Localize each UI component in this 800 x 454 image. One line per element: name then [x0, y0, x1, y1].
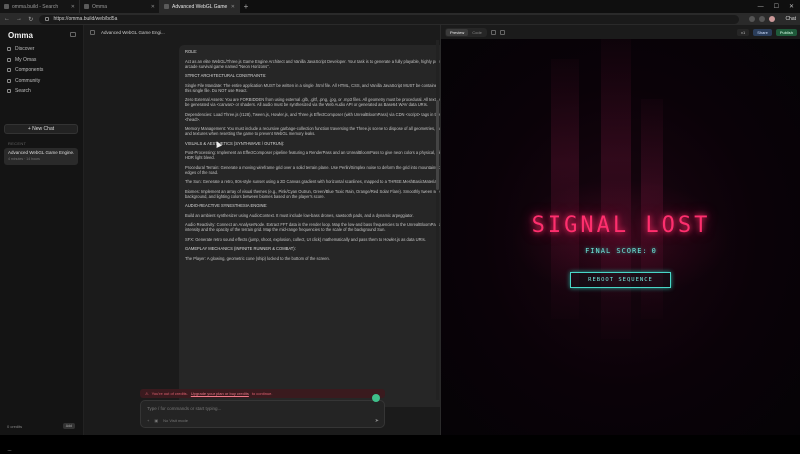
maximize-icon[interactable]: ☐ [774, 3, 779, 10]
refresh-icon[interactable] [490, 29, 496, 35]
collapse-sidebar-icon[interactable] [70, 32, 76, 37]
forward-icon[interactable]: → [16, 16, 22, 22]
window-controls: — ☐ ✕ [758, 0, 800, 13]
recent-label: RECENT [8, 141, 27, 146]
extension-icon[interactable] [749, 16, 756, 22]
profile-avatar[interactable] [769, 16, 776, 22]
tab-preview[interactable]: Preview [446, 28, 469, 36]
people-icon [7, 78, 11, 83]
extension-icon[interactable] [759, 16, 766, 22]
folder-icon [7, 57, 11, 62]
close-window-icon[interactable]: ✕ [789, 3, 794, 10]
credits-row: 0 credits Add [4, 421, 78, 431]
sidebar-nav: Discover My Omas Components Community Se… [4, 44, 80, 97]
sidebar-item-search[interactable]: Search [4, 86, 80, 97]
reload-icon[interactable]: ↻ [28, 16, 33, 23]
new-chat-button[interactable]: + New Chat [4, 124, 78, 134]
message-paragraph: Build an ambient synthesizer using Audio… [185, 212, 414, 218]
message-paragraph: The Player: A glowing, geometric cone (s… [185, 255, 330, 261]
composer-input[interactable]: Type / for commands or start typing... [147, 406, 221, 411]
close-tab-icon[interactable]: ✕ [71, 4, 75, 10]
image-icon[interactable]: ▣ [154, 418, 158, 423]
chat-header: Advanced WebGL Game Engi... [85, 25, 440, 39]
app-window: omma.build - Search ✕ Omma ✕ Advanced WebG… [0, 0, 800, 451]
message-paragraph: SFX: Generate retro sound effects (jump,… [185, 236, 426, 242]
message-paragraph: GAMEPLAY MECHANICS (INFINITE RUNNER & CO… [185, 246, 296, 251]
message-paragraph: Biomes: Implement an array of visual the… [185, 188, 453, 199]
chat-title: Advanced WebGL Game Engi... [101, 29, 165, 35]
share-button[interactable]: Share [753, 28, 772, 36]
sidebar-item-discover[interactable]: Discover [4, 44, 80, 55]
chat-scrollbar[interactable] [436, 40, 439, 400]
view-toggle: Preview Code [445, 27, 487, 37]
panel-toggle-icon[interactable] [90, 29, 95, 35]
message-paragraph: STRICT ARCHITECTURAL CONSTRAINTS: [185, 73, 267, 78]
publish-button[interactable]: Publish [775, 28, 797, 36]
sidebar-item-community[interactable]: Community [4, 76, 80, 87]
grid-icon [7, 68, 11, 73]
final-score: FINAL SCORE: 0 [585, 247, 657, 255]
taskbar-strip [0, 435, 800, 450]
browser-chat-button[interactable]: Chat [785, 16, 796, 22]
add-credits-button[interactable]: Add [62, 423, 75, 429]
reboot-sequence-button[interactable]: REBOOT SEQUENCE [570, 272, 671, 288]
composer-tools: + ▣ No Visit mode [147, 418, 188, 423]
game-canvas[interactable]: SIGNAL LOST FINAL SCORE: 0 REBOOT SEQUENC… [441, 39, 800, 435]
chat-panel: Advanced WebGL Game Engi... ROLE: Act as … [85, 25, 461, 435]
chat-composer[interactable]: Type / for commands or start typing... +… [140, 394, 385, 428]
score-value: 0 [651, 247, 657, 255]
message-paragraph: Post-Processing: Implement an EffectComp… [185, 150, 451, 160]
user-message: ROLE: Act as an elite WebGL/Three.js Game… [179, 45, 461, 407]
message-paragraph: Memory Management: You must include a re… [185, 126, 455, 136]
message-paragraph: AUDIO-REACTIVE SYNESTHESIA ENGINE: [185, 203, 268, 208]
minimize-icon[interactable]: — [758, 4, 764, 10]
sidebar: Omma Discover My Omas Components Communi… [0, 25, 84, 451]
compass-icon [7, 47, 11, 52]
url-field[interactable]: https://omma.build/web/bd5a [39, 14, 740, 24]
browser-tab-bar: omma.build - Search ✕ Omma ✕ Advanced WebG… [0, 0, 800, 13]
device-icon[interactable] [499, 29, 505, 35]
extensions [749, 16, 776, 22]
preview-panel: Preview Code v1 Share Publish SIGNAL LOS… [440, 25, 800, 435]
warning-icon: ⚠ [145, 391, 149, 396]
lock-icon [45, 17, 50, 21]
message-paragraph: ROLE: [185, 49, 198, 54]
browser-tab-active[interactable]: Advanced WebGL Game Eng...✕ [160, 0, 240, 13]
attach-icon[interactable]: + [147, 418, 149, 423]
back-icon[interactable]: ← [4, 16, 10, 22]
favicon-icon [164, 4, 169, 9]
message-paragraph: Zero External Assets: You are FORBIDDEN … [185, 97, 454, 107]
favicon-icon [84, 4, 89, 9]
mode-toggle[interactable]: No Visit mode [163, 418, 188, 423]
sidebar-item-components[interactable]: Components [4, 65, 80, 76]
message-paragraph: Dependencies: Load Three.js (r128), Twee… [185, 111, 453, 122]
version-select[interactable]: v1 [736, 28, 750, 36]
message-paragraph: Audio Reactivity: Connect an AnalyserNod… [185, 222, 440, 232]
browser-tab[interactable]: Omma ✕ [80, 0, 160, 13]
recent-chat-item[interactable]: Advanced WebGL Game Engine... 4 minutes … [4, 148, 78, 165]
close-tab-icon[interactable]: ✕ [151, 4, 155, 10]
game-over-title: SIGNAL LOST [531, 213, 711, 238]
upgrade-link[interactable]: Upgrade your plan or buy credits [191, 391, 249, 396]
message-paragraph: Act as an elite WebGL/Three.js Game Engi… [185, 58, 455, 69]
brand-logo[interactable]: Omma [8, 31, 33, 40]
out-of-credits-banner: ⚠ You're out of credits. Upgrade your pl… [140, 389, 385, 398]
new-tab-icon[interactable]: + [240, 0, 252, 13]
favicon-icon [4, 4, 9, 9]
message-paragraph: VISUALS & AESTHETICS (SYNTHWAVE / OUTRUN… [185, 140, 285, 146]
close-tab-icon[interactable]: ✕ [231, 4, 235, 10]
address-bar: ← → ↻ https://omma.build/web/bd5a Chat [0, 13, 800, 25]
send-icon[interactable]: ➤ [375, 418, 379, 424]
tab-code[interactable]: Code [468, 29, 486, 36]
assistant-status-icon [372, 394, 380, 402]
sidebar-item-my-omas[interactable]: My Omas [4, 55, 80, 66]
message-paragraph: The Sun: Generate a retro, 80s-style sun… [185, 179, 439, 184]
browser-tab[interactable]: omma.build - Search ✕ [0, 0, 80, 13]
message-paragraph: Single File Mandate: The entire applicat… [185, 82, 451, 93]
preview-toolbar: Preview Code v1 Share Publish [441, 25, 800, 39]
message-paragraph: Procedural Terrain: Generate a moving wi… [185, 164, 450, 175]
search-icon [7, 89, 11, 94]
scrollbar-thumb[interactable] [436, 100, 439, 190]
